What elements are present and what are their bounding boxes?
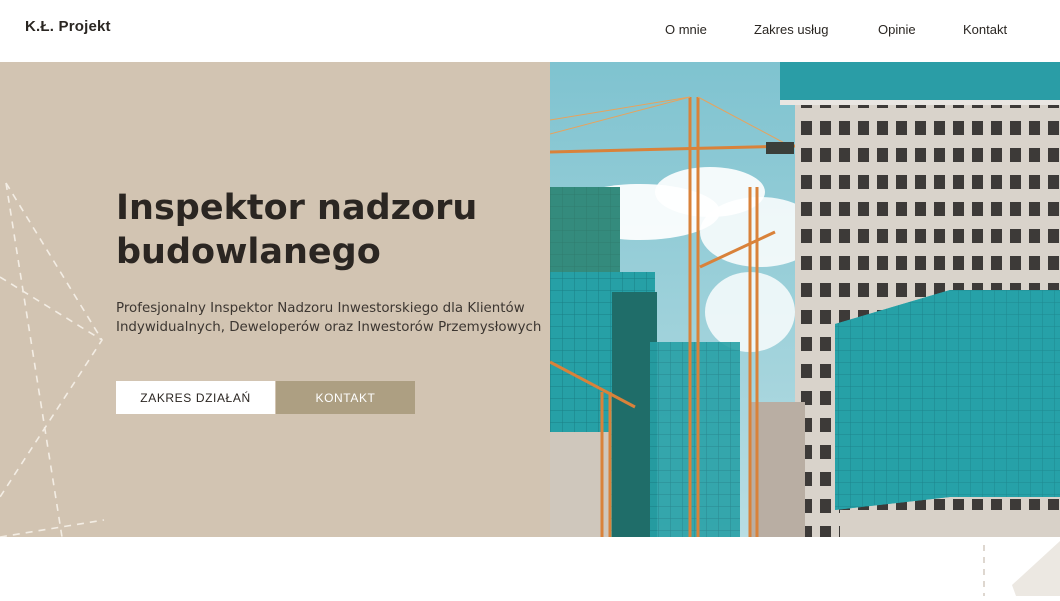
hero-subtitle: Profesjonalny Inspektor Nadzoru Inwestor…: [116, 301, 542, 335]
scope-button[interactable]: ZAKRES DZIAŁAŃ: [116, 381, 275, 414]
construction-illustration: [550, 62, 1060, 537]
nav-link-o-mnie[interactable]: O mnie: [665, 22, 707, 37]
hero-title: Inspektor nadzoru budowlanego: [116, 188, 478, 272]
next-section-strip: [0, 537, 1060, 596]
top-navbar: K.Ł. Projekt O mnie Zakres usług Opinie …: [0, 0, 1060, 62]
corner-decoration: [983, 541, 1060, 596]
brand-logo[interactable]: K.Ł. Projekt: [25, 18, 111, 35]
construction-site-photo: [550, 62, 1060, 537]
nav-link-opinie[interactable]: Opinie: [878, 22, 916, 37]
hero-text-panel: Inspektor nadzoru budowlanego Profesjona…: [0, 62, 550, 537]
nav-link-kontakt[interactable]: Kontakt: [963, 22, 1007, 37]
nav-link-zakres-uslug[interactable]: Zakres usług: [754, 22, 828, 37]
contact-button[interactable]: KONTAKT: [276, 381, 415, 414]
hero-section: Inspektor nadzoru budowlanego Profesjona…: [0, 62, 1060, 537]
